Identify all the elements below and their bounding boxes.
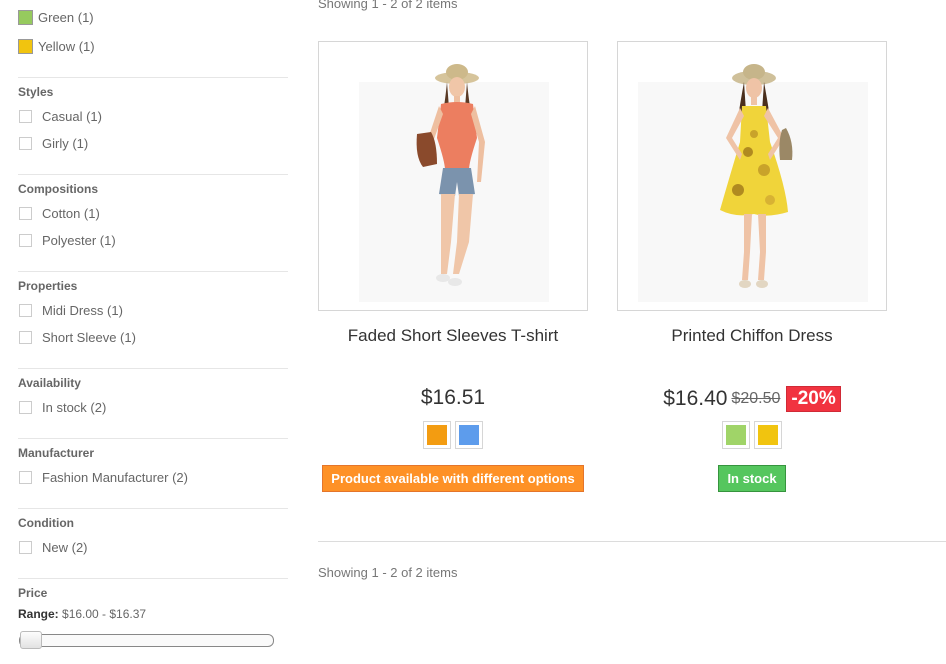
filter-section-title: Styles <box>18 85 54 99</box>
filter-color-yellow[interactable]: Yellow (1) <box>18 37 95 55</box>
filter-section-title: Properties <box>18 279 78 293</box>
filter-option-label: Cotton (1) <box>42 205 100 221</box>
filter-section-title: Availability <box>18 376 81 390</box>
product-name[interactable]: Printed Chiffon Dress <box>597 326 907 346</box>
divider <box>18 174 288 175</box>
price-slider[interactable] <box>19 631 274 649</box>
color-swatches <box>617 421 887 449</box>
filter-option-label: Casual (1) <box>42 108 102 124</box>
availability-badge: Product available with different options <box>322 465 584 492</box>
filter-option-label: Girly (1) <box>42 135 89 151</box>
product-name[interactable]: Faded Short Sleeves T-shirt <box>298 326 608 346</box>
availability: In stock <box>617 465 887 492</box>
divider <box>318 541 946 542</box>
price-range-key: Range: <box>18 607 59 621</box>
filter-option-fashion-manufacturer[interactable]: Fashion Manufacturer (2) <box>18 468 188 486</box>
discount-badge: -20% <box>786 386 841 412</box>
showing-count-bottom: Showing 1 - 2 of 2 items <box>318 565 458 580</box>
filter-option-label: New (2) <box>42 539 88 555</box>
checkbox[interactable] <box>19 233 32 247</box>
price-row: $16.51 <box>288 386 618 410</box>
filter-option-label: Short Sleeve (1) <box>42 329 136 345</box>
filter-color-label: Yellow (1) <box>38 38 95 54</box>
availability: Product available with different options <box>318 465 588 492</box>
price-range: Range: $16.00 - $16.37 <box>18 607 146 621</box>
filter-option-label: Midi Dress (1) <box>42 302 123 318</box>
color-swatches <box>318 421 588 449</box>
filter-section-title: Condition <box>18 516 74 530</box>
filter-color-green[interactable]: Green (1) <box>18 8 94 26</box>
price-slider-handle[interactable] <box>20 631 42 649</box>
green-swatch[interactable] <box>722 421 750 449</box>
filter-option-new[interactable]: New (2) <box>18 538 88 556</box>
checkbox[interactable] <box>19 136 32 150</box>
filter-color-label: Green (1) <box>38 9 94 25</box>
filter-option-casual[interactable]: Casual (1) <box>18 107 102 125</box>
orange-swatch[interactable] <box>423 421 451 449</box>
model-dress-image <box>618 42 886 310</box>
showing-count-top: Showing 1 - 2 of 2 items <box>318 0 458 11</box>
product-image[interactable] <box>617 41 887 311</box>
filter-option-polyester[interactable]: Polyester (1) <box>18 231 116 249</box>
product-image[interactable] <box>318 41 588 311</box>
checkbox[interactable] <box>19 206 32 220</box>
filter-section-title: Compositions <box>18 182 98 196</box>
filter-option-cotton[interactable]: Cotton (1) <box>18 204 100 222</box>
checkbox[interactable] <box>19 330 32 344</box>
divider <box>18 368 288 369</box>
filter-option-label: In stock (2) <box>42 399 107 415</box>
checkbox[interactable] <box>19 303 32 317</box>
price-range-value: $16.00 - $16.37 <box>62 607 147 621</box>
filter-section-title: Manufacturer <box>18 446 95 460</box>
availability-badge: In stock <box>718 465 786 492</box>
yellow-swatch[interactable] <box>18 38 33 54</box>
divider <box>18 508 288 509</box>
price-row: $16.40 $20.50 -20% <box>587 386 917 412</box>
model-tshirt-image <box>319 42 587 310</box>
filter-option-girly[interactable]: Girly (1) <box>18 134 88 152</box>
divider <box>18 77 288 78</box>
filter-option-midi-dress[interactable]: Midi Dress (1) <box>18 301 123 319</box>
checkbox[interactable] <box>19 540 32 554</box>
divider <box>18 438 288 439</box>
blue-swatch[interactable] <box>455 421 483 449</box>
divider <box>18 578 288 579</box>
filter-section-title: Price <box>18 586 48 600</box>
green-swatch[interactable] <box>18 9 33 25</box>
filter-option-short-sleeve[interactable]: Short Sleeve (1) <box>18 328 136 346</box>
yellow-swatch[interactable] <box>754 421 782 449</box>
product-price: $16.40 <box>663 387 728 410</box>
filter-option-in-stock[interactable]: In stock (2) <box>18 398 106 416</box>
old-price: $20.50 <box>731 390 781 407</box>
product-price: $16.51 <box>420 386 486 409</box>
checkbox[interactable] <box>19 400 32 414</box>
checkbox[interactable] <box>19 470 32 484</box>
checkbox[interactable] <box>19 109 32 123</box>
filter-option-label: Fashion Manufacturer (2) <box>42 469 188 485</box>
filter-option-label: Polyester (1) <box>42 232 116 248</box>
divider <box>18 271 288 272</box>
